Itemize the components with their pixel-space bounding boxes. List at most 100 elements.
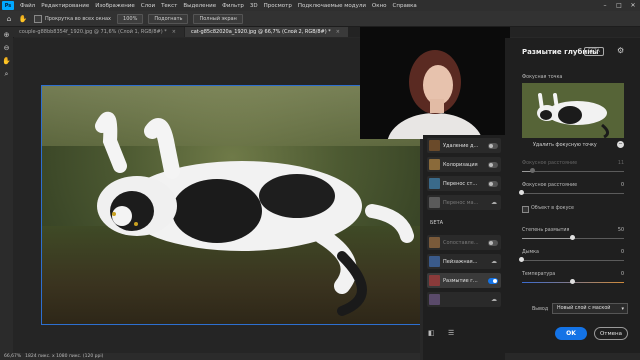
menu-item[interactable]: Выделение bbox=[180, 3, 219, 9]
filter-label: Колоризация bbox=[443, 161, 478, 168]
zoom-in-icon[interactable]: ⊕ bbox=[2, 31, 11, 40]
filter-toggle[interactable] bbox=[488, 239, 498, 246]
close-window-button[interactable]: ✕ bbox=[626, 2, 640, 9]
focal-point-preview[interactable] bbox=[522, 83, 624, 138]
subject-focus-checkbox[interactable] bbox=[522, 206, 529, 213]
depth-blur-panel: Размытие глубины БЕТА ⚙ Фокусная точка У… bbox=[505, 38, 640, 353]
window-controls: – □ ✕ bbox=[598, 2, 640, 9]
scroll-all-windows-checkbox[interactable] bbox=[34, 14, 42, 23]
fill-screen-button[interactable]: Полный экран bbox=[193, 13, 243, 24]
minimize-button[interactable]: – bbox=[598, 2, 612, 9]
slider-knob[interactable] bbox=[570, 279, 575, 284]
zoom-readout[interactable]: 66,67% bbox=[4, 354, 21, 359]
temperature-value: 0 bbox=[620, 272, 624, 277]
filter-thumbnail bbox=[429, 237, 440, 248]
filter-label: Удаление д... bbox=[443, 142, 479, 149]
focal-distance-slider-dim[interactable] bbox=[522, 168, 624, 173]
zoom-tool-icon[interactable]: ⌕ bbox=[2, 70, 11, 79]
zoom-field[interactable]: 100% bbox=[117, 13, 144, 24]
focal-distance-label-dim: Фокусное расстояние bbox=[522, 161, 578, 166]
neural-filter-item[interactable]: Удаление д... bbox=[427, 138, 501, 153]
neural-filter-item[interactable]: ☁ bbox=[427, 292, 501, 307]
cloud-download-icon[interactable]: ☁ bbox=[490, 296, 498, 303]
haze-value: 0 bbox=[620, 250, 624, 255]
hand-tool-icon[interactable]: ✋ bbox=[18, 14, 28, 24]
menu-item[interactable]: Справка bbox=[390, 3, 420, 9]
document-info[interactable]: 1824 пикс. x 1080 пикс. (120 ppi) bbox=[25, 354, 103, 359]
tab-couple[interactable]: couple-g88bb8354f_1920.jpg @ 71,6% (Слой… bbox=[13, 27, 184, 37]
cancel-button[interactable]: Отмена bbox=[594, 327, 628, 340]
menu-item[interactable]: 3D bbox=[247, 3, 261, 9]
home-icon[interactable]: ⌂ bbox=[4, 14, 14, 24]
maximize-button[interactable]: □ bbox=[612, 2, 626, 9]
webcam-overlay bbox=[360, 27, 510, 139]
tab-cat[interactable]: cat-g85c82020a_1920.jpg @ 66,7% (Слой 2,… bbox=[184, 27, 348, 37]
menu-item[interactable]: Редактирование bbox=[38, 3, 92, 9]
filter-label: Сопоставле... bbox=[443, 239, 479, 246]
focal-range-slider[interactable] bbox=[519, 190, 624, 195]
photoshop-logo: Ps bbox=[2, 1, 14, 10]
reset-icon[interactable]: − bbox=[617, 141, 624, 148]
chevron-down-icon: ▾ bbox=[621, 305, 624, 312]
status-bar: 66,67% 1824 пикс. x 1080 пикс. (120 ppi) bbox=[0, 353, 420, 360]
slider-knob[interactable] bbox=[530, 168, 536, 173]
slider-knob[interactable] bbox=[519, 257, 524, 262]
filter-toggle[interactable] bbox=[488, 142, 498, 149]
menu-item[interactable]: Подключаемые модули bbox=[295, 3, 369, 9]
menu-item[interactable]: Слои bbox=[138, 3, 158, 9]
fit-screen-button[interactable]: Подогнать bbox=[148, 13, 189, 24]
close-icon[interactable]: × bbox=[336, 29, 340, 35]
menu-item[interactable]: Просмотр bbox=[261, 3, 295, 9]
filter-toggle[interactable] bbox=[488, 277, 498, 284]
menu-item[interactable]: Изображение bbox=[92, 3, 138, 9]
blur-strength-label: Степень размытия bbox=[522, 228, 570, 233]
filter-toggle[interactable] bbox=[488, 180, 498, 187]
options-bar: ⌂ ✋ Прокрутка во всех окнах 100% Подогна… bbox=[0, 11, 640, 27]
filter-thumbnail bbox=[429, 294, 440, 305]
menu-bar: Ps Файл Редактирование Изображение Слои Текс… bbox=[0, 0, 640, 11]
slider-knob[interactable] bbox=[570, 235, 575, 240]
filter-label: Пейзажная... bbox=[443, 258, 478, 265]
menu-item[interactable]: Окно bbox=[369, 3, 390, 9]
remove-focal-point-link[interactable]: Удалить фокусную точку bbox=[533, 143, 597, 148]
filter-toggle[interactable] bbox=[488, 161, 498, 168]
blur-strength-value: 50 bbox=[617, 228, 624, 233]
cloud-download-icon[interactable]: ☁ bbox=[490, 199, 498, 206]
blur-strength-slider[interactable] bbox=[522, 235, 624, 240]
cloud-download-icon[interactable]: ☁ bbox=[490, 258, 498, 265]
subject-focus-label: Объект в фокусе bbox=[531, 206, 575, 211]
neural-filter-item[interactable]: Перенос ст... bbox=[427, 176, 501, 191]
temperature-slider[interactable] bbox=[522, 279, 624, 284]
output-label: Вывод bbox=[532, 307, 549, 312]
presenter-video bbox=[360, 27, 510, 139]
beta-heading: БЕТА bbox=[430, 220, 444, 226]
focal-range-value: 0 bbox=[620, 183, 624, 188]
focal-range-label: Фокусное расстояние bbox=[522, 183, 578, 188]
ok-button[interactable]: OK bbox=[555, 327, 587, 340]
settings-icon[interactable]: ⚙ bbox=[617, 46, 624, 55]
neural-filter-item[interactable]: Перенос ма... ☁ bbox=[427, 195, 501, 210]
neural-filter-item[interactable]: Пейзажная... ☁ bbox=[427, 254, 501, 269]
neural-filter-item[interactable]: Колоризация bbox=[427, 157, 501, 172]
neural-filter-item[interactable]: Сопоставле... bbox=[427, 235, 501, 250]
layers-icon[interactable]: ☰ bbox=[448, 329, 454, 337]
haze-slider[interactable] bbox=[519, 257, 624, 262]
slider-knob[interactable] bbox=[519, 190, 524, 195]
canvas-area[interactable] bbox=[13, 38, 420, 353]
scroll-all-windows-label: Прокрутка во всех окнах bbox=[45, 15, 112, 22]
menu-item[interactable]: Файл bbox=[17, 3, 38, 9]
temperature-label: Температура bbox=[522, 272, 556, 277]
panel-footer-icons: ◧ ☰ bbox=[423, 325, 505, 345]
menu-item[interactable]: Фильтр bbox=[219, 3, 247, 9]
filter-label: Размытие г... bbox=[443, 277, 478, 284]
hand-tool-icon[interactable]: ✋ bbox=[2, 57, 11, 66]
menu-item[interactable]: Текст bbox=[158, 3, 180, 9]
filter-thumbnail bbox=[429, 140, 440, 151]
filter-thumbnail bbox=[429, 197, 440, 208]
compare-icon[interactable]: ◧ bbox=[428, 329, 435, 337]
output-select[interactable]: Новый слой с маской ▾ bbox=[552, 303, 628, 314]
close-icon[interactable]: × bbox=[172, 29, 176, 35]
zoom-out-icon[interactable]: ⊖ bbox=[2, 44, 11, 53]
focal-point-label: Фокусная точка bbox=[522, 75, 563, 80]
neural-filter-item[interactable]: Размытие г... bbox=[427, 273, 501, 288]
